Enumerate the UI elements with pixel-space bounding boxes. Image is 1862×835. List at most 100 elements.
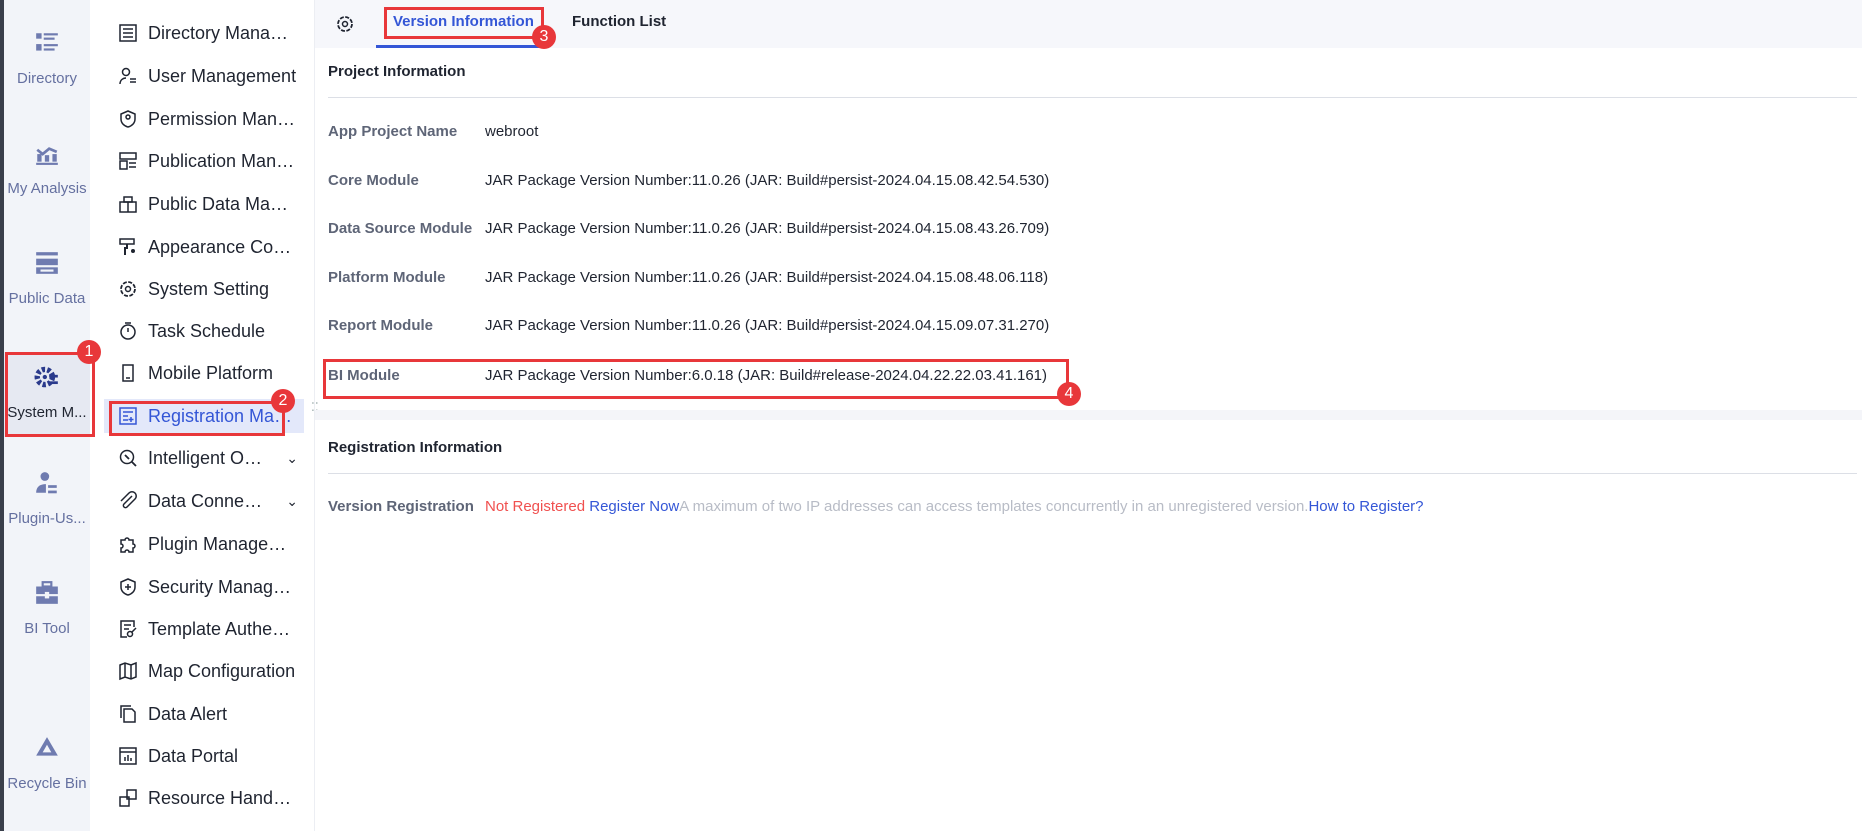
- portal-chart-icon: [119, 747, 137, 765]
- package-icon: [119, 196, 137, 213]
- menu-label: Template Authe…: [148, 618, 291, 639]
- menu-item-intelligent-operation[interactable]: Intelligent O… ⌄: [104, 441, 304, 475]
- row-label: Core Module: [328, 172, 419, 189]
- menu-label: Security Manag…: [148, 576, 292, 597]
- row-value: JAR Package Version Number:11.0.26 (JAR:…: [485, 269, 1049, 286]
- menu-item-system-setting[interactable]: System Setting: [104, 272, 304, 306]
- menu-item-data-alert[interactable]: Data Alert: [104, 697, 304, 731]
- row-value: JAR Package Version Number:11.0.26 (JAR:…: [485, 220, 1050, 237]
- chevron-down-icon[interactable]: ⌄: [286, 450, 298, 467]
- menu-label: Plugin Manage…: [148, 533, 287, 554]
- plugin-user-icon: [36, 472, 57, 494]
- user-icon: [119, 67, 136, 85]
- menu-item-directory-management[interactable]: Directory Mana…: [104, 16, 304, 50]
- rail-item-recycle-bin[interactable]: Recycle Bin: [4, 735, 90, 835]
- menu-item-template-authentication[interactable]: Template Authe…: [104, 612, 304, 646]
- wrench-search-icon: [119, 449, 137, 467]
- annotation-badge-1: 1: [77, 340, 101, 364]
- rail-item-public-data[interactable]: Public Data: [4, 250, 90, 350]
- row-label: Data Source Module: [328, 220, 473, 237]
- rail-label: BI Tool: [24, 620, 70, 637]
- map-icon: [119, 661, 137, 681]
- rail-label: Directory: [16, 70, 77, 87]
- toolbox-icon: [36, 581, 58, 604]
- rail-item-directory[interactable]: Directory: [4, 30, 90, 130]
- menu-label: Mobile Platform: [148, 362, 274, 383]
- annotation-box-2: [109, 401, 285, 436]
- annotation-badge-3: 3: [532, 25, 556, 49]
- registration-status: Not Registered: [485, 498, 586, 515]
- annotation-box-4: [323, 359, 1069, 399]
- row-value: JAR Package Version Number:11.0.26 (JAR:…: [485, 317, 1050, 334]
- gear-icon: [120, 281, 136, 297]
- rail-item-plugin-user[interactable]: Plugin-Us...: [4, 470, 90, 570]
- menu-item-map-configuration[interactable]: Map Configuration: [104, 654, 304, 688]
- version-registration-row: Version Registration Not Registered Regi…: [328, 498, 1424, 515]
- row-label: Platform Module: [328, 269, 446, 286]
- menu-label: Data Portal: [148, 745, 239, 766]
- info-row-data-source-module: Data Source Module JAR Package Version Nu…: [328, 220, 1049, 237]
- puzzle-icon: [120, 537, 136, 553]
- rail-item-bi-tool[interactable]: BI Tool: [4, 580, 90, 680]
- rail-item-my-analysis[interactable]: My Analysis: [4, 140, 90, 240]
- row-value: webroot: [485, 123, 539, 140]
- recycle-bin-icon: [36, 737, 58, 756]
- annotation-badge-2: 2: [271, 389, 295, 413]
- rail-label: My Analysis: [7, 180, 87, 197]
- menu-item-task-schedule[interactable]: Task Schedule: [104, 314, 304, 348]
- row-label: Version Registration: [328, 498, 474, 515]
- menu-label: Appearance Co…: [148, 236, 292, 257]
- info-row-report-module: Report Module JAR Package Version Number:…: [328, 317, 1049, 334]
- menu-label: User Management: [148, 65, 297, 86]
- divider: [328, 97, 1857, 98]
- chevron-down-icon[interactable]: ⌄: [286, 493, 298, 510]
- annotation-box-3: [384, 7, 544, 39]
- list-icon: [119, 24, 137, 42]
- project-information-heading: Project Information: [328, 63, 466, 80]
- menu-label: Data Alert: [148, 703, 228, 724]
- stopwatch-icon: [120, 322, 136, 340]
- paint-roller-icon: [119, 238, 135, 255]
- resource-blocks-icon: [119, 789, 137, 807]
- template-key-icon: [120, 620, 137, 638]
- rail-label: Public Data: [8, 290, 86, 307]
- analysis-icon: [36, 147, 58, 165]
- layout-icon: [119, 152, 137, 170]
- copy-icon: [120, 705, 136, 723]
- registration-note: A maximum of two IP addresses can access…: [679, 498, 1309, 515]
- menu-label: Task Schedule: [148, 320, 266, 341]
- annotation-badge-4: 4: [1057, 382, 1081, 406]
- registration-information-heading: Registration Information: [328, 439, 503, 456]
- menu-label: Publication Man…: [148, 150, 295, 171]
- menu-item-appearance-configuration[interactable]: Appearance Co…: [104, 230, 304, 264]
- info-row-core-module: Core Module JAR Package Version Number:11…: [328, 172, 1049, 189]
- tab-function-list[interactable]: Function List: [572, 0, 666, 48]
- info-row-app-project: App Project Name webroot: [328, 123, 538, 140]
- menu-item-user-management[interactable]: User Management: [104, 59, 304, 93]
- paperclip-icon: [120, 491, 137, 509]
- menu-item-public-data-management[interactable]: Public Data Ma…: [104, 187, 304, 221]
- menu-item-permission-management[interactable]: Permission Man…: [104, 102, 304, 136]
- register-now-link[interactable]: Register Now: [589, 498, 679, 515]
- menu-item-publication-management[interactable]: Publication Man…: [104, 144, 304, 178]
- menu-item-security-management[interactable]: Security Manag…: [104, 570, 304, 604]
- menu-label: System Setting: [148, 278, 270, 299]
- gear-icon[interactable]: [335, 14, 355, 34]
- row-value: JAR Package Version Number:11.0.26 (JAR:…: [485, 172, 1050, 189]
- rail-label: Plugin-Us...: [8, 510, 86, 527]
- menu-item-mobile-platform[interactable]: Mobile Platform: [104, 356, 304, 390]
- how-to-register-link[interactable]: How to Register?: [1308, 498, 1423, 515]
- annotation-box-1: [5, 352, 95, 437]
- menu-item-data-connection[interactable]: Data Conne… ⌄: [104, 484, 304, 518]
- shield-key-icon: [120, 110, 136, 128]
- shield-plus-icon: [120, 578, 136, 596]
- menu-item-resource-handover[interactable]: Resource Hand…: [104, 781, 304, 815]
- info-row-platform-module: Platform Module JAR Package Version Numbe…: [328, 269, 1048, 286]
- menu-item-data-portal[interactable]: Data Portal: [104, 739, 304, 773]
- menu-label: Permission Man…: [148, 108, 296, 129]
- mobile-icon: [122, 364, 134, 382]
- row-label: App Project Name: [328, 123, 458, 140]
- rail-label: Recycle Bin: [7, 775, 87, 792]
- menu-item-plugin-management[interactable]: Plugin Manage…: [104, 527, 304, 561]
- row-label: Report Module: [328, 317, 433, 334]
